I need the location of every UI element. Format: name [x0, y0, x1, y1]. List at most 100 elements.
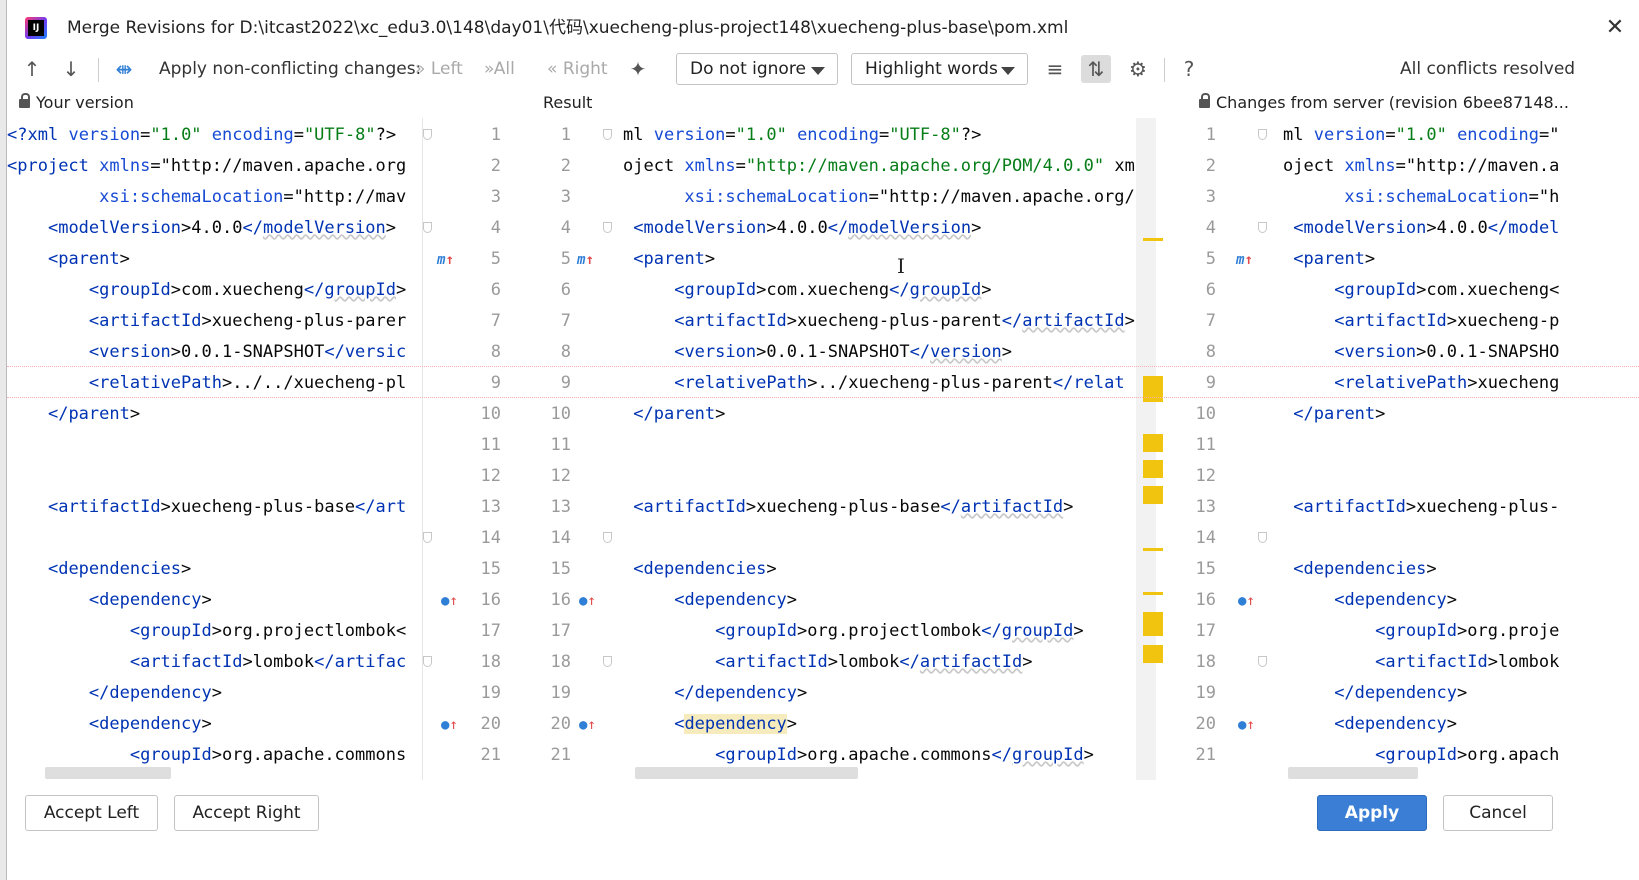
- implemented-icon[interactable]: ●↑: [579, 717, 596, 733]
- gear-icon[interactable]: ⚙: [1123, 55, 1153, 83]
- fold-marker-icon[interactable]: [1258, 656, 1267, 667]
- code-line: <dependency>: [674, 590, 798, 610]
- apply-left-button[interactable]: » Left: [415, 48, 463, 90]
- line-number: 12: [1195, 466, 1216, 486]
- line-number: 15: [480, 559, 501, 579]
- implemented-icon[interactable]: ●↑: [441, 717, 458, 733]
- code-line: <artifactId>lombok</artifac: [129, 652, 407, 672]
- line-number: 7: [490, 311, 501, 331]
- previous-difference-icon[interactable]: ↑: [17, 55, 47, 83]
- code-line: <version>0.0.1-SNAPSHOT</version>: [674, 342, 1013, 362]
- line-number: 7: [560, 311, 571, 331]
- code-line: <groupId>com.xuecheng</groupId>: [88, 280, 407, 300]
- dropdown-arrow-icon: [1001, 67, 1015, 75]
- line-number: 5: [560, 249, 571, 269]
- code-line: <modelVersion>4.0.0</model: [1293, 218, 1560, 238]
- code-line: </dependency>: [674, 683, 808, 703]
- line-number: 21: [480, 745, 501, 765]
- code-line: <project xmlns="http://maven.apache.org: [7, 156, 407, 176]
- left-pane-header: Your version: [19, 90, 419, 116]
- fold-marker-icon[interactable]: [1258, 129, 1267, 140]
- code-line: <parent>: [47, 249, 130, 269]
- line-number: 6: [490, 280, 501, 300]
- accept-left-button[interactable]: Accept Left: [25, 795, 158, 831]
- line-number: 13: [480, 497, 501, 517]
- apply-all-label: All: [493, 59, 515, 79]
- line-number: 18: [550, 652, 571, 672]
- fold-marker-icon[interactable]: [423, 222, 432, 233]
- left-editor[interactable]: <?xml version="1.0" encoding="UTF-8"?> <p…: [7, 118, 422, 780]
- result-editor[interactable]: ml version="1.0" encoding="UTF-8"?> oject…: [613, 118, 1136, 780]
- implemented-icon[interactable]: ●↑: [441, 593, 458, 609]
- window-title: Merge Revisions for D:\itcast2022\xc_edu…: [67, 18, 1069, 38]
- apply-button[interactable]: Apply: [1317, 795, 1427, 831]
- fold-marker-icon[interactable]: [1258, 532, 1267, 543]
- line-number: 21: [550, 745, 571, 765]
- apply-all-non-conflicting-icon[interactable]: ⇼: [109, 55, 139, 83]
- dialog-footer: Accept Left Accept Right Apply Cancel: [7, 780, 1639, 880]
- conflict-separator-line: [7, 397, 1639, 398]
- code-line: <dependencies>: [47, 559, 192, 579]
- line-number: 19: [1195, 683, 1216, 703]
- apply-left-label: Left: [430, 59, 463, 79]
- fold-marker-icon[interactable]: [603, 532, 612, 543]
- implemented-icon[interactable]: ●↑: [579, 593, 596, 609]
- code-line: ml version="1.0" encoding="UTF-8"?>: [623, 125, 982, 145]
- collapse-unchanged-icon[interactable]: ≡: [1040, 55, 1070, 83]
- sync-scroll-icon[interactable]: ⇅: [1081, 55, 1111, 83]
- line-number: 10: [480, 404, 501, 424]
- code-line: xsi:schemaLocation="h: [1344, 187, 1560, 207]
- code-line: <version>0.0.1-SNAPSHOT</versic: [88, 342, 407, 362]
- right-pane-header: Changes from server (revision 6bee87148.…: [1199, 90, 1639, 116]
- fold-marker-icon[interactable]: [423, 129, 432, 140]
- code-line: <artifactId>lombok: [1375, 652, 1560, 672]
- fold-marker-icon[interactable]: [603, 656, 612, 667]
- highlight-mode-dropdown[interactable]: Highlight words: [851, 53, 1028, 85]
- override-method-icon[interactable]: m↑: [577, 252, 594, 268]
- apply-all-button[interactable]: »All: [484, 48, 515, 90]
- magic-resolve-icon[interactable]: ✦: [623, 55, 653, 83]
- fold-marker-icon[interactable]: [603, 222, 612, 233]
- ignore-whitespace-dropdown[interactable]: Do not ignore: [676, 53, 838, 85]
- implemented-icon[interactable]: ●↑: [1238, 717, 1255, 733]
- cancel-button[interactable]: Cancel: [1443, 795, 1553, 831]
- left-pane-title: Your version: [36, 93, 134, 112]
- accept-right-button[interactable]: Accept Right: [174, 795, 319, 831]
- next-difference-icon[interactable]: ↓: [56, 55, 86, 83]
- highlight-mode-value: Highlight words: [865, 59, 998, 79]
- code-line: <dependency>: [1334, 590, 1458, 610]
- override-method-icon[interactable]: m↑: [1236, 252, 1253, 268]
- fold-marker-icon[interactable]: [423, 656, 432, 667]
- double-chevron-right-icon: »: [415, 59, 426, 79]
- apply-right-button[interactable]: « Right: [547, 48, 608, 90]
- line-number: 17: [1195, 621, 1216, 641]
- code-line: <groupId>org.proje: [1375, 621, 1560, 641]
- implemented-icon[interactable]: ●↑: [1238, 593, 1255, 609]
- right-editor[interactable]: ml version="1.0" encoding=" oject xmlns="…: [1273, 118, 1639, 780]
- right-horizontal-scrollbar[interactable]: [1288, 767, 1418, 779]
- line-number: 20: [1195, 714, 1216, 734]
- line-number: 11: [1195, 435, 1216, 455]
- line-number: 2: [1205, 156, 1216, 176]
- line-number: 6: [560, 280, 571, 300]
- line-number: 16: [480, 590, 501, 610]
- center-pane-title: Result: [543, 93, 593, 112]
- fold-marker-icon[interactable]: [423, 532, 432, 543]
- line-number: 4: [560, 218, 571, 238]
- code-line: <dependency>: [1334, 714, 1458, 734]
- fold-marker-icon[interactable]: [1258, 222, 1267, 233]
- line-number: 9: [1205, 373, 1216, 393]
- line-number: 3: [560, 187, 571, 207]
- help-icon[interactable]: ?: [1174, 55, 1204, 83]
- line-number: 14: [550, 528, 571, 548]
- dropdown-arrow-icon: [811, 67, 825, 75]
- fold-marker-icon[interactable]: [603, 129, 612, 140]
- line-number: 10: [550, 404, 571, 424]
- close-icon[interactable]: ✕: [1601, 14, 1629, 42]
- left-horizontal-scrollbar[interactable]: [45, 767, 171, 779]
- code-line: <groupId>org.projectlombok<: [129, 621, 407, 641]
- code-line: <dependency>: [88, 590, 212, 610]
- code-line: oject xmlns="http://maven.apache.org/POM…: [623, 156, 1136, 176]
- override-method-icon[interactable]: m↑: [437, 252, 454, 268]
- result-horizontal-scrollbar[interactable]: [635, 767, 858, 779]
